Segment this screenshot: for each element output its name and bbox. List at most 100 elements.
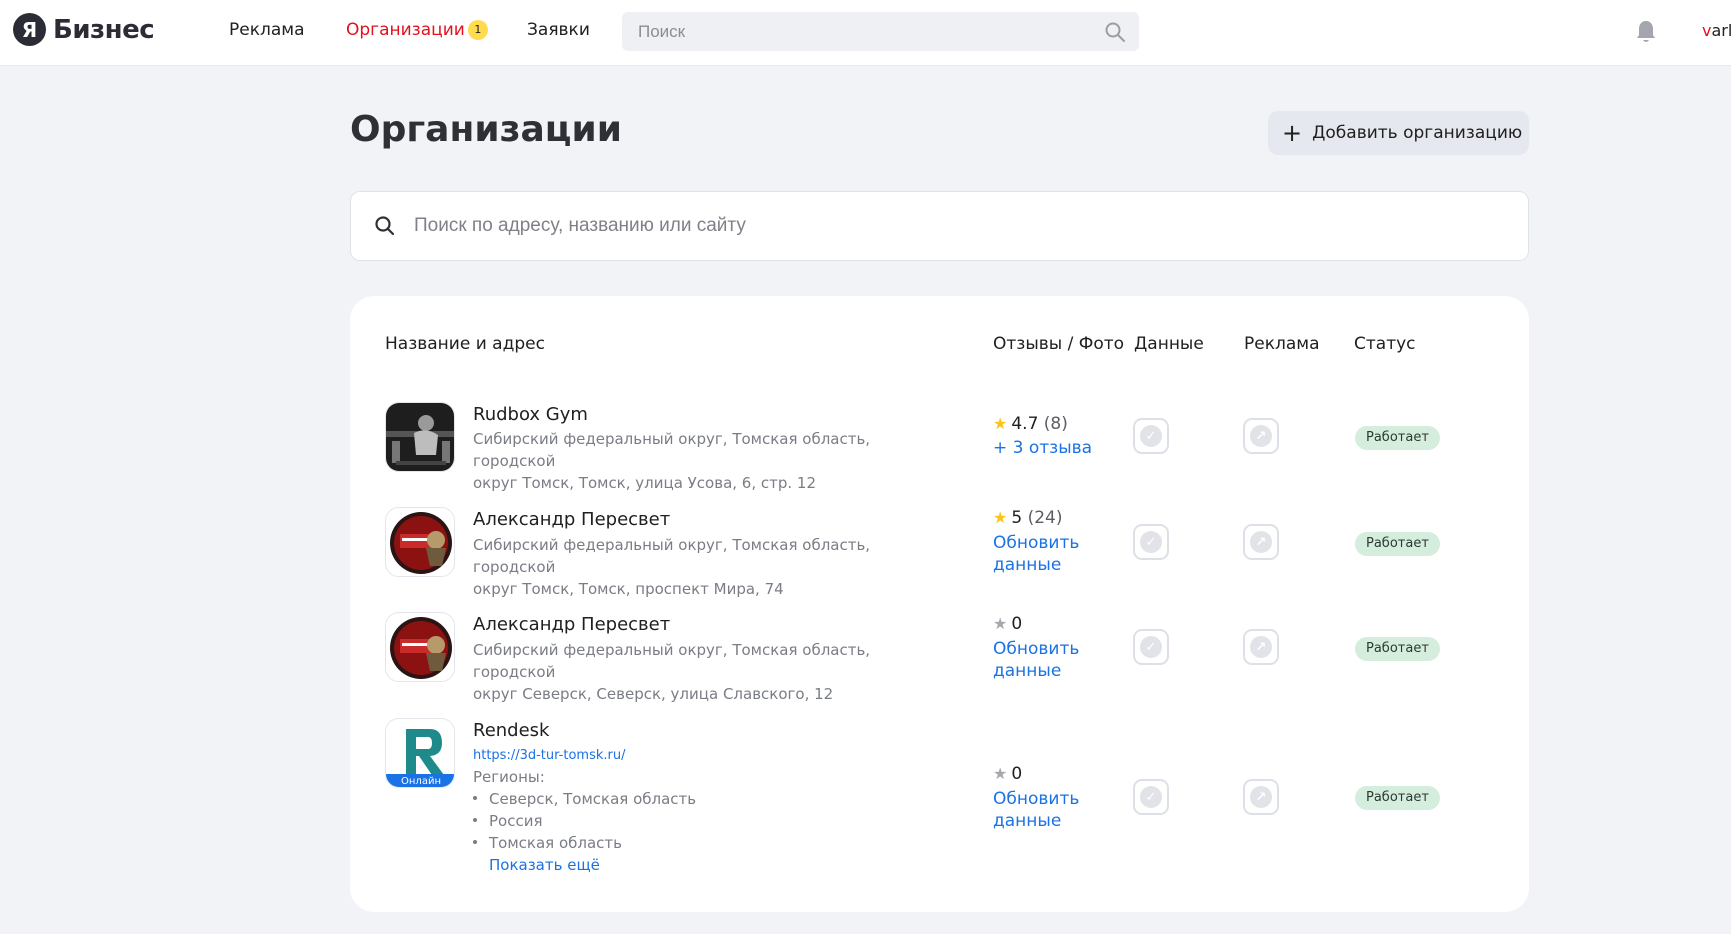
star-icon: ★ <box>993 508 1008 527</box>
ads-icon[interactable]: ↗ <box>1243 629 1279 665</box>
user-login[interactable]: varla <box>1702 21 1731 40</box>
peresvet-logo-image <box>386 508 454 576</box>
status-badge: Работает <box>1355 426 1440 450</box>
data-check-icon[interactable]: ✓ <box>1133 418 1169 454</box>
star-icon: ★ <box>993 414 1008 433</box>
link-line: Обновить <box>993 533 1080 553</box>
status-badge: Работает <box>1355 786 1440 810</box>
organization-name[interactable]: Rudbox Gym <box>473 404 588 425</box>
global-search-input[interactable] <box>622 12 1139 51</box>
update-data-link[interactable]: Обновить данные <box>993 788 1079 832</box>
status-badge: Работает <box>1355 532 1440 556</box>
peresvet-logo-image <box>386 613 454 681</box>
organization-address: Сибирский федеральный округ, Томская обл… <box>473 534 923 600</box>
rating-value: 5 <box>1011 508 1023 528</box>
nav-item-organizations[interactable]: Организации 1 <box>346 20 488 40</box>
regions-label: Регионы: <box>473 768 545 786</box>
region-item: Томская область <box>473 834 622 852</box>
notifications-bell-icon[interactable] <box>1634 19 1658 45</box>
nav-count-badge: 1 <box>467 20 488 40</box>
search-icon <box>375 216 395 236</box>
organization-address: Сибирский федеральный округ, Томская обл… <box>473 639 923 705</box>
top-bar: Я Бизнес Реклама Организации1 Заявки var… <box>0 0 1731 66</box>
rating: ★ 4.7 (8) <box>993 414 1068 434</box>
address-line: округ Северск, Северск, улица Славского,… <box>473 685 834 703</box>
plus-icon: + <box>1282 119 1303 147</box>
column-header-status: Статус <box>1354 334 1416 354</box>
region-name: Томская область <box>489 834 622 852</box>
table-row[interactable]: Rudbox Gym Сибирский федеральный округ, … <box>385 402 1485 492</box>
organization-search-box <box>350 191 1529 261</box>
organization-avatar <box>385 612 455 682</box>
yandex-business-logo[interactable]: Я Бизнес <box>13 13 155 46</box>
ads-icon[interactable]: ↗ <box>1243 524 1279 560</box>
link-line: Обновить <box>993 639 1080 659</box>
bullet-icon <box>473 840 477 844</box>
table-row[interactable]: Онлайн Rendesk https://3d-tur-tomsk.ru/ … <box>385 718 1485 878</box>
star-icon: ★ <box>993 764 1008 783</box>
data-check-icon[interactable]: ✓ <box>1133 779 1169 815</box>
region-item: Северск, Томская область <box>473 790 696 808</box>
add-organization-label: Добавить организацию <box>1312 123 1523 143</box>
rating: ★ 0 <box>993 614 1022 634</box>
online-tag: Онлайн <box>401 776 441 787</box>
check-icon: ✓ <box>1140 786 1162 808</box>
link-line: данные <box>993 661 1062 681</box>
link-line: данные <box>993 555 1062 575</box>
data-check-icon[interactable]: ✓ <box>1133 524 1169 560</box>
address-line: Сибирский федеральный округ, Томская обл… <box>473 430 871 470</box>
rating-count: (24) <box>1027 508 1063 528</box>
address-line: округ Томск, Томск, улица Усова, 6, стр.… <box>473 474 817 492</box>
rating-value: 4.7 <box>1011 414 1039 434</box>
nav-item-label: Организации <box>346 20 465 40</box>
column-header-reviews: Отзывы / Фото <box>993 334 1125 354</box>
region-item: Россия <box>473 812 543 830</box>
arrow-icon: ↗ <box>1250 786 1272 808</box>
nav-item-requests[interactable]: Заявки <box>527 20 590 40</box>
organization-address: Сибирский федеральный округ, Томская обл… <box>473 428 923 494</box>
link-line: Обновить <box>993 789 1080 809</box>
ads-icon[interactable]: ↗ <box>1243 418 1279 454</box>
organization-search-input[interactable] <box>414 192 1514 260</box>
update-data-link[interactable]: Обновить данные <box>993 638 1079 682</box>
search-icon[interactable] <box>1103 20 1127 44</box>
update-data-link[interactable]: Обновить данные <box>993 532 1079 576</box>
rating-value: 0 <box>1011 614 1023 634</box>
column-header-data: Данные <box>1134 334 1204 354</box>
add-organization-button[interactable]: + Добавить организацию <box>1268 111 1529 155</box>
star-icon: ★ <box>993 614 1008 633</box>
ads-icon[interactable]: ↗ <box>1243 779 1279 815</box>
region-name: Северск, Томская область <box>489 790 697 808</box>
rating-value: 0 <box>1011 764 1023 784</box>
column-header-ads: Реклама <box>1244 334 1320 354</box>
page-title: Организации <box>350 109 622 150</box>
check-icon: ✓ <box>1140 425 1162 447</box>
address-line: округ Томск, Томск, проспект Мира, 74 <box>473 580 784 598</box>
check-icon: ✓ <box>1140 531 1162 553</box>
organization-avatar: Онлайн <box>385 718 455 788</box>
organization-name[interactable]: Александр Пересвет <box>473 614 670 635</box>
organization-avatar <box>385 402 455 472</box>
region-name: Россия <box>489 812 543 830</box>
table-row[interactable]: Александр Пересвет Сибирский федеральный… <box>385 507 1485 598</box>
status-badge: Работает <box>1355 637 1440 661</box>
table-row[interactable]: Александр Пересвет Сибирский федеральный… <box>385 612 1485 703</box>
show-more-link[interactable]: Показать ещё <box>489 856 600 874</box>
logo-text: Бизнес <box>53 14 155 45</box>
address-line: Сибирский федеральный округ, Томская обл… <box>473 536 871 576</box>
gym-photo-image <box>386 403 454 471</box>
nav-item-ads[interactable]: Реклама <box>229 20 305 40</box>
organization-name[interactable]: Rendesk <box>473 720 549 741</box>
check-icon: ✓ <box>1140 636 1162 658</box>
address-line: Сибирский федеральный округ, Томская обл… <box>473 641 871 681</box>
arrow-icon: ↗ <box>1250 425 1272 447</box>
reviews-link[interactable]: + 3 отзыва <box>993 437 1092 459</box>
organization-website-link[interactable]: https://3d-tur-tomsk.ru/ <box>473 748 625 763</box>
rating: ★ 0 <box>993 764 1022 784</box>
organization-name[interactable]: Александр Пересвет <box>473 509 670 530</box>
yandex-logo-icon: Я <box>13 13 46 46</box>
data-check-icon[interactable]: ✓ <box>1133 629 1169 665</box>
organization-avatar <box>385 507 455 577</box>
bullet-icon <box>473 796 477 800</box>
user-login-rest: arla <box>1711 21 1731 40</box>
